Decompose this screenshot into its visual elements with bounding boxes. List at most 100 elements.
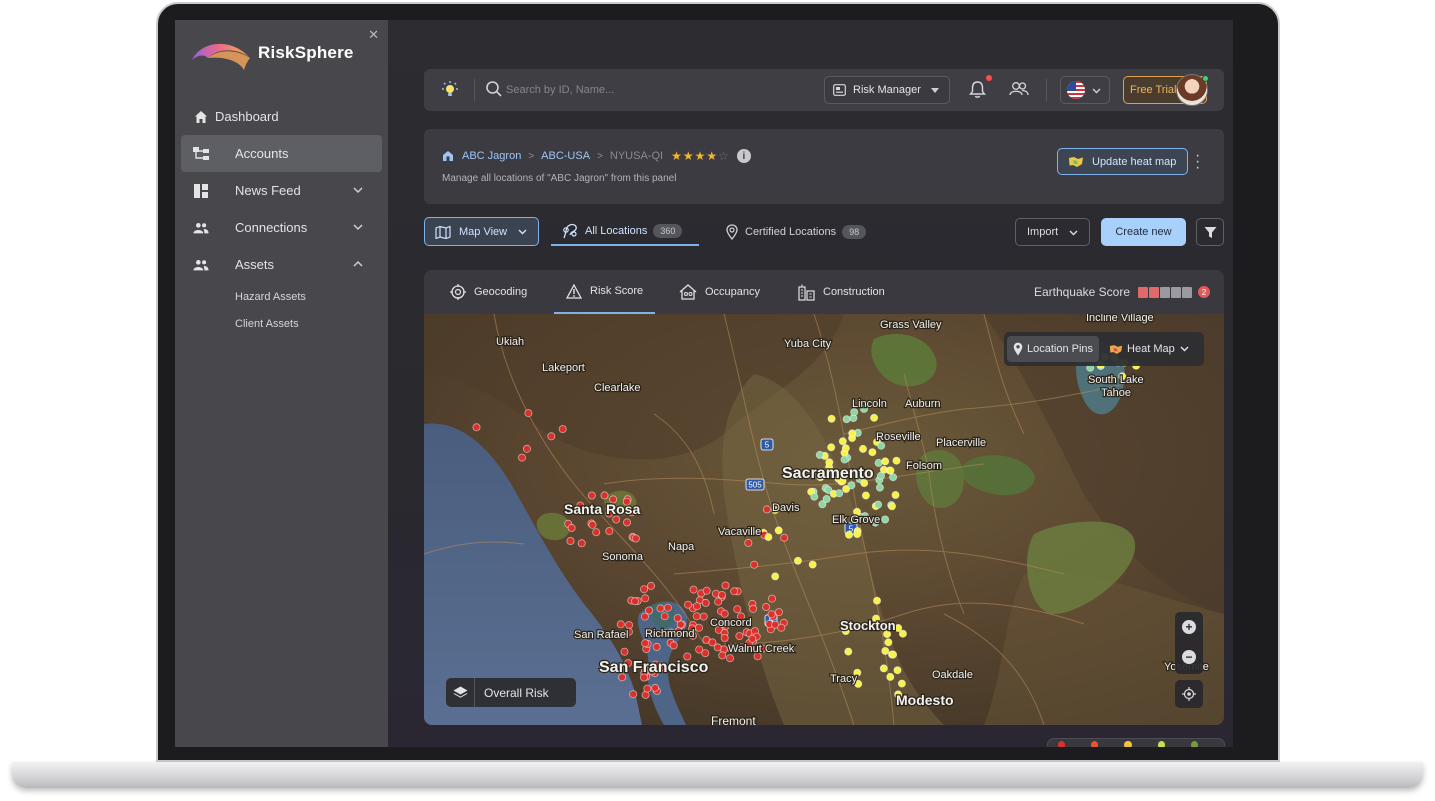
location-pin[interactable] xyxy=(774,526,783,535)
location-pin[interactable] xyxy=(881,515,890,524)
location-pin[interactable] xyxy=(646,581,655,590)
logo[interactable]: RiskSphere xyxy=(190,36,354,70)
location-pin[interactable] xyxy=(777,623,786,632)
location-pin[interactable] xyxy=(898,629,907,638)
location-pin[interactable] xyxy=(858,444,867,453)
search-input[interactable] xyxy=(506,79,806,101)
breadcrumb-item[interactable]: ABC Jagron xyxy=(462,150,521,162)
location-pin[interactable] xyxy=(887,502,896,511)
location-pin[interactable] xyxy=(701,649,710,658)
location-pin[interactable] xyxy=(629,690,638,699)
breadcrumb-item[interactable]: ABC-USA xyxy=(541,150,590,162)
location-pin[interactable] xyxy=(694,623,703,632)
role-selector[interactable]: Risk Manager xyxy=(824,76,950,104)
location-pin[interactable] xyxy=(868,448,877,457)
theme-toggle-icon[interactable] xyxy=(440,80,460,100)
location-pin[interactable] xyxy=(889,473,898,482)
location-pin[interactable] xyxy=(702,586,711,595)
location-pin[interactable] xyxy=(876,471,885,480)
location-pin[interactable] xyxy=(889,650,898,659)
location-pin[interactable] xyxy=(588,520,597,529)
location-pin[interactable] xyxy=(577,539,586,548)
location-pin[interactable] xyxy=(558,425,567,434)
location-pin[interactable] xyxy=(870,413,879,422)
sidebar-item-dashboard[interactable]: Dashboard xyxy=(181,98,382,135)
location-pin[interactable] xyxy=(847,481,856,490)
location-pin[interactable] xyxy=(625,621,634,630)
tab-geocoding[interactable]: Geocoding xyxy=(450,270,527,314)
location-pin[interactable] xyxy=(699,612,708,621)
location-pin[interactable] xyxy=(886,466,895,475)
sidebar-item-connections[interactable]: Connections xyxy=(181,209,382,246)
location-pin[interactable] xyxy=(892,456,901,465)
location-pin[interactable] xyxy=(827,443,836,452)
close-icon[interactable]: ✕ xyxy=(368,27,379,43)
location-pin[interactable] xyxy=(692,612,701,621)
create-new-button[interactable]: Create new xyxy=(1101,218,1186,246)
location-pin[interactable] xyxy=(587,491,596,500)
location-pin[interactable] xyxy=(656,604,665,613)
location-pin[interactable] xyxy=(881,646,890,655)
location-pin[interactable] xyxy=(838,437,847,446)
location-pin[interactable] xyxy=(714,597,723,606)
tab-all-locations[interactable]: All Locations 360 xyxy=(551,217,699,246)
location-pin[interactable] xyxy=(631,534,640,543)
location-pin[interactable] xyxy=(689,585,698,594)
location-pin[interactable] xyxy=(749,604,758,613)
location-pin[interactable] xyxy=(522,444,531,453)
language-selector[interactable] xyxy=(1060,76,1110,104)
location-pin[interactable] xyxy=(472,423,481,432)
location-pin[interactable] xyxy=(750,560,759,569)
map-canvas[interactable]: 550555 UkiahLakeportClearlakeYuba CityGr… xyxy=(424,314,1224,725)
location-pin[interactable] xyxy=(683,600,692,609)
chevron-down-icon[interactable] xyxy=(352,221,364,233)
import-button[interactable]: Import xyxy=(1015,218,1090,246)
location-pin[interactable] xyxy=(874,458,883,467)
users-icon[interactable] xyxy=(1009,80,1029,98)
sidebar-item-accounts[interactable]: Accounts xyxy=(181,135,382,172)
location-pin[interactable] xyxy=(622,518,631,527)
tab-construction[interactable]: Construction xyxy=(798,270,885,314)
location-pin[interactable] xyxy=(840,455,849,464)
location-pin[interactable] xyxy=(643,684,652,693)
location-pin[interactable] xyxy=(874,500,883,509)
location-pin[interactable] xyxy=(893,666,902,675)
map-view-selector[interactable]: Map View xyxy=(424,217,539,246)
location-pin[interactable] xyxy=(810,492,819,501)
heat-map-toggle[interactable]: Heat Map xyxy=(1103,336,1195,362)
location-pin[interactable] xyxy=(567,523,576,532)
location-pin[interactable] xyxy=(718,651,727,660)
sidebar-subitem-hazard-assets[interactable]: Hazard Assets xyxy=(181,283,382,310)
location-pin[interactable] xyxy=(652,642,661,651)
location-pin[interactable] xyxy=(886,672,895,681)
sidebar-item-assets[interactable]: Assets xyxy=(181,246,382,283)
location-pin[interactable] xyxy=(630,597,639,606)
location-pin[interactable] xyxy=(620,647,629,656)
location-pin[interactable] xyxy=(879,664,888,673)
sidebar-subitem-client-assets[interactable]: Client Assets xyxy=(181,310,382,337)
location-pin[interactable] xyxy=(721,581,730,590)
location-pin[interactable] xyxy=(605,527,614,536)
tab-occupancy[interactable]: Occupancy xyxy=(679,270,760,314)
location-pin[interactable] xyxy=(762,602,771,611)
location-pin[interactable] xyxy=(725,654,734,663)
location-pin[interactable] xyxy=(808,560,817,569)
location-pin[interactable] xyxy=(842,415,851,424)
update-heat-map-button[interactable]: Update heat map xyxy=(1057,148,1188,175)
location-pin[interactable] xyxy=(780,533,789,542)
location-pin[interactable] xyxy=(877,441,886,450)
location-pin[interactable] xyxy=(663,603,672,612)
info-icon[interactable]: i xyxy=(736,149,751,163)
location-pin[interactable] xyxy=(701,598,710,607)
location-pin[interactable] xyxy=(827,414,836,423)
location-pin[interactable] xyxy=(524,409,533,418)
location-pin[interactable] xyxy=(822,494,831,503)
location-pin[interactable] xyxy=(844,647,853,656)
location-pin[interactable] xyxy=(815,450,824,459)
location-pin[interactable] xyxy=(767,610,776,619)
location-pin[interactable] xyxy=(848,429,857,438)
location-pin[interactable] xyxy=(744,538,753,547)
location-pin[interactable] xyxy=(835,489,844,498)
location-pin[interactable] xyxy=(735,632,744,641)
location-pin[interactable] xyxy=(861,491,870,500)
